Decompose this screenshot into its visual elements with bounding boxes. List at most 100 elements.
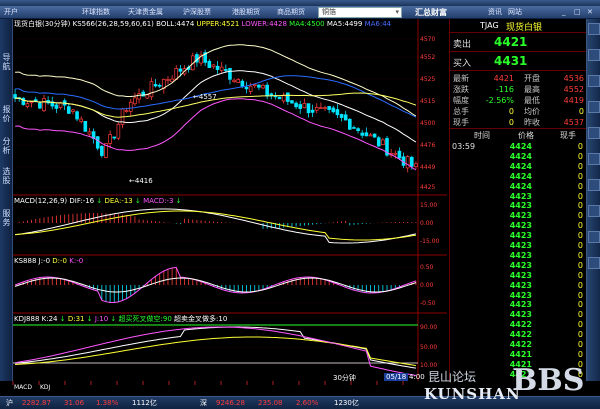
price-axis-label: 4500 xyxy=(420,120,436,127)
candle-body xyxy=(240,80,245,87)
indicator-tab-macd[interactable]: MACD xyxy=(14,384,32,391)
ks-label: KS566(26,28,59,60,61) xyxy=(72,20,154,28)
scroll-button[interactable] xyxy=(588,101,600,113)
stat-label: 最低 xyxy=(524,96,540,105)
scroll-button[interactable] xyxy=(588,205,600,217)
scroll-button[interactable] xyxy=(588,179,600,191)
price-axis-label: 4449 xyxy=(420,164,436,171)
menu-news[interactable]: 资讯 xyxy=(488,7,502,18)
upper-label: UPPER:4521 xyxy=(196,20,240,28)
tick-volume: 0 xyxy=(577,142,583,151)
search-value: 铜箔 xyxy=(322,8,336,16)
tick-row: 4423 0 xyxy=(452,310,585,320)
sidebar-item-service[interactable]: 服务 xyxy=(1,209,12,227)
tab-global-index[interactable]: 环球指数 xyxy=(82,7,110,18)
scroll-up-icon[interactable] xyxy=(588,23,600,35)
tick-volume: 0 xyxy=(577,161,583,171)
tick-volume: 0 xyxy=(577,231,583,241)
tick-price: 4424 xyxy=(509,181,532,191)
tab-commodity-futures[interactable]: 商品期货 xyxy=(277,7,305,18)
menu-website[interactable]: 网站 xyxy=(508,7,522,18)
candle-body xyxy=(219,66,224,71)
status-sz-index: 9246.28 xyxy=(216,399,245,407)
scroll-button[interactable] xyxy=(588,49,600,61)
quote-stat-row: 总手 0 均价 0 xyxy=(452,106,585,117)
scroll-button[interactable] xyxy=(588,257,600,269)
candle-body xyxy=(397,150,402,159)
tick-header-volume: 现手 xyxy=(560,131,576,140)
tick-row: 4423 0 xyxy=(452,300,585,310)
tab-hk-futures[interactable]: 港股期货 xyxy=(232,7,260,18)
macd-axis-label: -15.00 xyxy=(420,238,440,245)
status-sh-index: 2282.87 xyxy=(22,399,51,407)
chevron-down-icon[interactable]: ▾ xyxy=(395,8,399,17)
macd-header: MACD(12,26,9) DIF:-16 ↓ DEA:-13 ↓ MACD:-… xyxy=(14,197,182,205)
tick-volume: 0 xyxy=(577,320,583,330)
candle-body xyxy=(393,152,398,155)
candle-body xyxy=(58,102,63,108)
menu-open-account[interactable]: 开户 xyxy=(4,7,18,18)
high-price-label: ←4557 xyxy=(193,93,217,101)
quote-stat-row: 幅度 -2.56% 最低 4419 xyxy=(452,95,585,106)
indicator-tab-kdj[interactable]: KDJ xyxy=(40,384,50,391)
sidebar-item-quote[interactable]: 报价 xyxy=(1,105,12,123)
sidebar-item-analysis[interactable]: 分析 xyxy=(1,137,12,155)
scroll-button[interactable] xyxy=(588,153,600,165)
tick-row: 4423 0 xyxy=(452,271,585,281)
scroll-button[interactable] xyxy=(588,127,600,139)
tick-volume: 0 xyxy=(577,151,583,161)
low-price-label: ←4416 xyxy=(129,177,153,185)
price-axis-label: 4570 xyxy=(420,36,436,43)
tick-row: 4423 0 xyxy=(452,192,585,202)
chart-title: 现货白银(30分钟) xyxy=(14,20,71,28)
sidebar-item-navigate[interactable]: 导航 xyxy=(1,53,12,71)
macd-dea: DEA:-13 xyxy=(104,197,133,205)
status-sh-pct: 1.38% xyxy=(96,399,119,407)
tick-volume: 0 xyxy=(577,310,583,320)
candle-body xyxy=(410,156,414,167)
tick-row: 4421 0 xyxy=(452,350,585,360)
stat-value: 4536 xyxy=(563,74,584,83)
scroll-button[interactable] xyxy=(588,231,600,243)
tab-tianjin-metal[interactable]: 天津贵金属 xyxy=(128,7,163,18)
right-scrollbar[interactable] xyxy=(586,19,600,381)
candle-body xyxy=(137,93,141,100)
status-sz-change: 235.08 xyxy=(258,399,283,407)
candle-body xyxy=(360,132,365,136)
tick-price: 4424 xyxy=(509,171,532,181)
tick-volume: 0 xyxy=(577,211,583,221)
ks888-name: KS888 xyxy=(14,257,37,265)
status-sh-label: 沪 xyxy=(6,399,13,407)
ks888-k-line xyxy=(14,266,417,303)
tab-stocks[interactable]: 沪深股票 xyxy=(183,7,211,18)
restore-icon[interactable]: □ xyxy=(574,7,581,18)
candle-body xyxy=(331,107,336,113)
candle-body xyxy=(207,60,212,68)
tick-price: 4423 xyxy=(509,270,532,280)
close-icon[interactable]: ✕ xyxy=(587,7,593,18)
boll-lower-line xyxy=(15,98,417,171)
tick-volume: 0 xyxy=(577,221,583,231)
search-input[interactable]: 铜箔 ▾ xyxy=(318,7,402,18)
tick-row: 4423 0 xyxy=(452,251,585,261)
stat-label: 总手 xyxy=(453,107,469,116)
tick-volume: 0 xyxy=(577,201,583,211)
candle-body xyxy=(149,81,154,98)
ma5-label: MA5:4499 xyxy=(326,20,363,28)
candle-body xyxy=(261,84,265,89)
time-axis-ticks xyxy=(12,381,404,385)
candle-body xyxy=(133,97,137,105)
candle-body xyxy=(66,106,71,114)
candle-body xyxy=(327,106,331,110)
tick-price: 4422 xyxy=(509,330,532,340)
scroll-button[interactable] xyxy=(588,75,600,87)
chart-area[interactable]: 现货白银(30分钟) KS566(26,28,59,60,61) BOLL:44… xyxy=(13,19,447,381)
candle-body xyxy=(352,127,356,129)
tick-list[interactable]: 03:59 4424 0 4424 0 4424 0 4424 0 4424 0 4423 0 4423 0… xyxy=(452,142,586,380)
sidebar-item-select[interactable]: 选股 xyxy=(1,167,12,185)
candle-body xyxy=(178,68,183,72)
kdj-name: KDJ888 xyxy=(14,315,40,323)
kdj-sell-signal: 超卖金叉做多:10 xyxy=(174,315,228,323)
tick-volume: 0 xyxy=(577,340,583,349)
minimize-icon[interactable]: _ xyxy=(562,7,566,18)
